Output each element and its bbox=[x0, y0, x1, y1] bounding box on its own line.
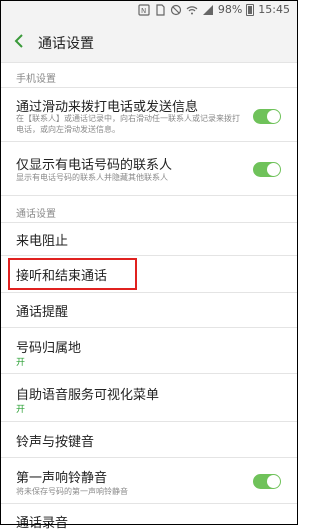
screenshot-border bbox=[0, 0, 298, 525]
